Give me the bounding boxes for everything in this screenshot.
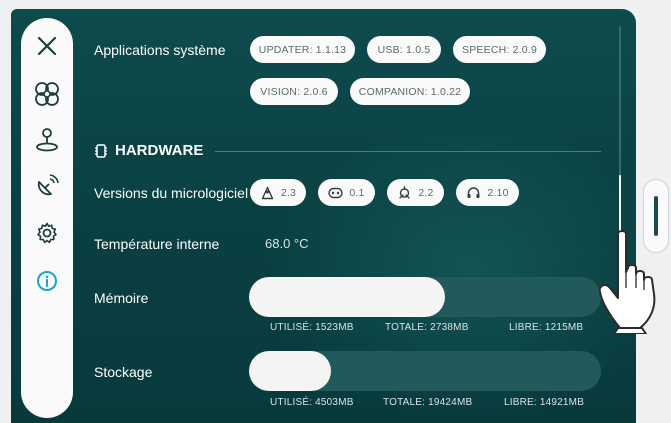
memory-label: Mémoire	[94, 290, 149, 306]
storage-bar	[249, 351, 601, 391]
storage-bar-fill	[249, 351, 331, 391]
app-chip-vision: VISION: 2.0.6	[250, 78, 338, 105]
storage-free: LIBRE: 14921MB	[504, 397, 585, 408]
app-chip-companion: COMPANION: 1.0.22	[350, 78, 470, 105]
chip-icon	[95, 143, 107, 158]
firmware-version: 2.10	[487, 186, 509, 199]
robot-face-icon	[328, 187, 344, 198]
app-chip-speech: SPEECH: 2.0.9	[453, 36, 546, 63]
section-divider	[215, 151, 601, 152]
sidebar-item-fan[interactable]	[21, 76, 73, 112]
memory-used: UTILISÉ: 1523MB	[270, 322, 354, 333]
memory-free: LIBRE: 1215MB	[509, 322, 584, 333]
satellite-dish-icon	[37, 174, 59, 196]
firmware-version: 0.1	[349, 186, 365, 199]
memory-bar-fill	[249, 277, 445, 317]
gear-icon	[37, 222, 57, 244]
app-chip-updater: UPDATER: 1.1.13	[250, 36, 355, 63]
temperature-value: 68.0 °C	[265, 236, 309, 251]
hardware-title-text: HARDWARE	[115, 142, 204, 159]
firmware-version: 2.3	[280, 186, 297, 199]
info-icon	[37, 271, 57, 291]
firmware-chip-headset: 2.10	[456, 179, 519, 206]
memory-bar	[249, 277, 601, 317]
sidebar-item-settings[interactable]	[21, 215, 73, 251]
firmware-version: 2.2	[418, 186, 434, 199]
memory-total: TOTALE: 2738MB	[385, 322, 469, 333]
sidebar	[21, 18, 73, 418]
close-button[interactable]	[21, 28, 73, 64]
joystick-icon	[36, 128, 58, 152]
robot-arm-icon	[399, 185, 411, 199]
storage-total: TOTALE: 19424MB	[383, 397, 473, 408]
storage-label: Stockage	[94, 364, 153, 380]
system-apps-label: Applications système	[94, 42, 226, 58]
firmware-label: Versions du micrologiciel	[94, 185, 249, 201]
close-icon	[37, 36, 57, 56]
firmware-chip-face: 0.1	[318, 179, 375, 206]
robot-body-icon	[261, 186, 274, 199]
storage-used: UTILISÉ: 4503MB	[270, 397, 354, 408]
app-chip-usb: USB: 1.0.5	[367, 36, 441, 63]
headset-icon	[467, 186, 480, 198]
hardware-section-title: HARDWARE	[94, 142, 203, 159]
firmware-chip-arm: 2.2	[387, 179, 444, 206]
sidebar-item-info[interactable]	[21, 263, 73, 299]
pointing-hand-icon	[598, 230, 656, 334]
sidebar-item-joystick[interactable]	[21, 122, 73, 158]
fan-icon	[35, 82, 59, 106]
sidebar-item-satellite[interactable]	[21, 168, 73, 204]
temperature-label: Température interne	[94, 236, 220, 252]
firmware-chip-body: 2.3	[250, 179, 306, 206]
